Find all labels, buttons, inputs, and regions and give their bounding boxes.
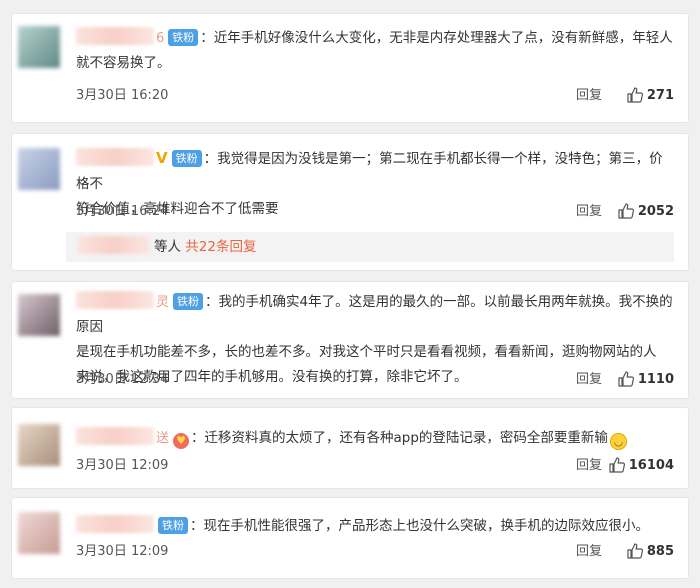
- like-count: 271: [646, 88, 674, 103]
- like-button[interactable]: 1110: [618, 370, 674, 390]
- timestamp: 3月30日 12:09: [76, 458, 169, 473]
- like-count: 16104: [628, 458, 674, 473]
- timestamp: 3月30日 12:34: [76, 372, 169, 387]
- reply-button[interactable]: 回复: [576, 456, 602, 476]
- thumbs-up-icon: [609, 457, 625, 473]
- like-button[interactable]: 16104: [609, 456, 674, 476]
- comment-meta: 3月30日 12:09 回复 16104: [76, 456, 674, 476]
- reply-button[interactable]: 回复: [576, 202, 602, 222]
- username-tail[interactable]: 灵: [156, 295, 169, 310]
- like-button[interactable]: 271: [627, 86, 674, 106]
- reply-who: 等人: [154, 239, 181, 255]
- username[interactable]: [76, 515, 154, 533]
- like-count: 885: [646, 544, 674, 559]
- username[interactable]: [76, 427, 154, 445]
- smile-emoji-icon: ◡: [609, 433, 627, 450]
- heart-badge-icon: ♥: [173, 433, 190, 449]
- comment-text: 就不容易换了。: [76, 55, 171, 71]
- comment-meta: 3月30日 12:34 回复 1110: [76, 370, 674, 390]
- avatar[interactable]: [18, 424, 60, 466]
- comment-meta: 3月30日 12:09 回复 885: [76, 542, 674, 562]
- avatar[interactable]: [18, 26, 60, 68]
- fan-badge[interactable]: 铁粉: [173, 293, 204, 310]
- like-count: 2052: [637, 204, 674, 219]
- comment-text: ：现在手机性能很强了，产品形态上也没什么突破，换手机的边际效应很小。: [190, 518, 649, 534]
- comment-card: 灵铁粉 ：我的手机确实4年了。这是用的最久的一部。以前最长用两年就换。我不换的原因…: [12, 282, 688, 398]
- comment-text: ：迁移资料真的太烦了，还有各种app的登陆记录，密码全部要重新输: [191, 430, 608, 446]
- reply-username[interactable]: [78, 236, 150, 254]
- avatar[interactable]: [18, 148, 60, 190]
- like-button[interactable]: 885: [627, 542, 674, 562]
- thumbs-up-icon: [627, 543, 643, 559]
- like-count: 1110: [637, 372, 674, 387]
- username[interactable]: [76, 148, 154, 166]
- fan-badge[interactable]: 铁粉: [171, 150, 202, 167]
- reply-summary[interactable]: 等人 共22条回复: [66, 232, 674, 262]
- fan-badge[interactable]: 铁粉: [158, 517, 188, 534]
- vip-icon: V: [156, 149, 168, 167]
- thumbs-up-icon: [627, 87, 643, 103]
- comment-text: 是现在手机功能差不多，长的也差不多。对我这个平时只是看看视频，看看新闻，逛购物网…: [76, 344, 657, 360]
- reply-button[interactable]: 回复: [576, 370, 602, 390]
- avatar[interactable]: [18, 512, 60, 554]
- comment-text: ：近年手机好像没什么大变化，无非是内存处理器大了点，没有新鲜感，年轻人: [200, 30, 673, 46]
- comment-body: 铁粉 ：现在手机性能很强了，产品形态上也没什么突破，换手机的边际效应很小。: [76, 514, 674, 539]
- username[interactable]: [76, 291, 154, 309]
- username[interactable]: [76, 27, 154, 45]
- comment-body: 6 铁粉 ：近年手机好像没什么大变化，无非是内存处理器大了点，没有新鲜感，年轻人 就…: [76, 26, 674, 76]
- timestamp: 3月30日 12:09: [76, 544, 169, 559]
- reply-count-link[interactable]: 共22条回复: [185, 239, 256, 255]
- username-tail[interactable]: 送: [156, 431, 169, 446]
- username-tail[interactable]: 6: [156, 31, 164, 46]
- thumbs-up-icon: [618, 371, 634, 387]
- comment-card: 铁粉 ：现在手机性能很强了，产品形态上也没什么突破，换手机的边际效应很小。 3月3…: [12, 498, 688, 578]
- like-button[interactable]: 2052: [618, 202, 674, 222]
- comment-meta: 3月30日 16:24 回复 2052: [76, 202, 674, 222]
- thumbs-up-icon: [618, 203, 634, 219]
- comment-meta: 3月30日 16:20 回复 271: [76, 86, 674, 106]
- reply-button[interactable]: 回复: [576, 542, 602, 562]
- comment-body: 送 ♥ ：迁移资料真的太烦了，还有各种app的登陆记录，密码全部要重新输 ◡: [76, 426, 674, 451]
- timestamp: 3月30日 16:24: [76, 204, 169, 219]
- timestamp: 3月30日 16:20: [76, 88, 169, 103]
- reply-button[interactable]: 回复: [576, 86, 602, 106]
- fan-badge[interactable]: 铁粉: [168, 29, 199, 46]
- comment-card: V 铁粉 ：我觉得是因为没钱是第一；第二现在手机都长得一个样，没特色；第三，价格不 …: [12, 134, 688, 270]
- comment-card: 6 铁粉 ：近年手机好像没什么大变化，无非是内存处理器大了点，没有新鲜感，年轻人 就…: [12, 14, 688, 122]
- avatar[interactable]: [18, 294, 60, 336]
- comment-card: 送 ♥ ：迁移资料真的太烦了，还有各种app的登陆记录，密码全部要重新输 ◡ 3月30…: [12, 408, 688, 488]
